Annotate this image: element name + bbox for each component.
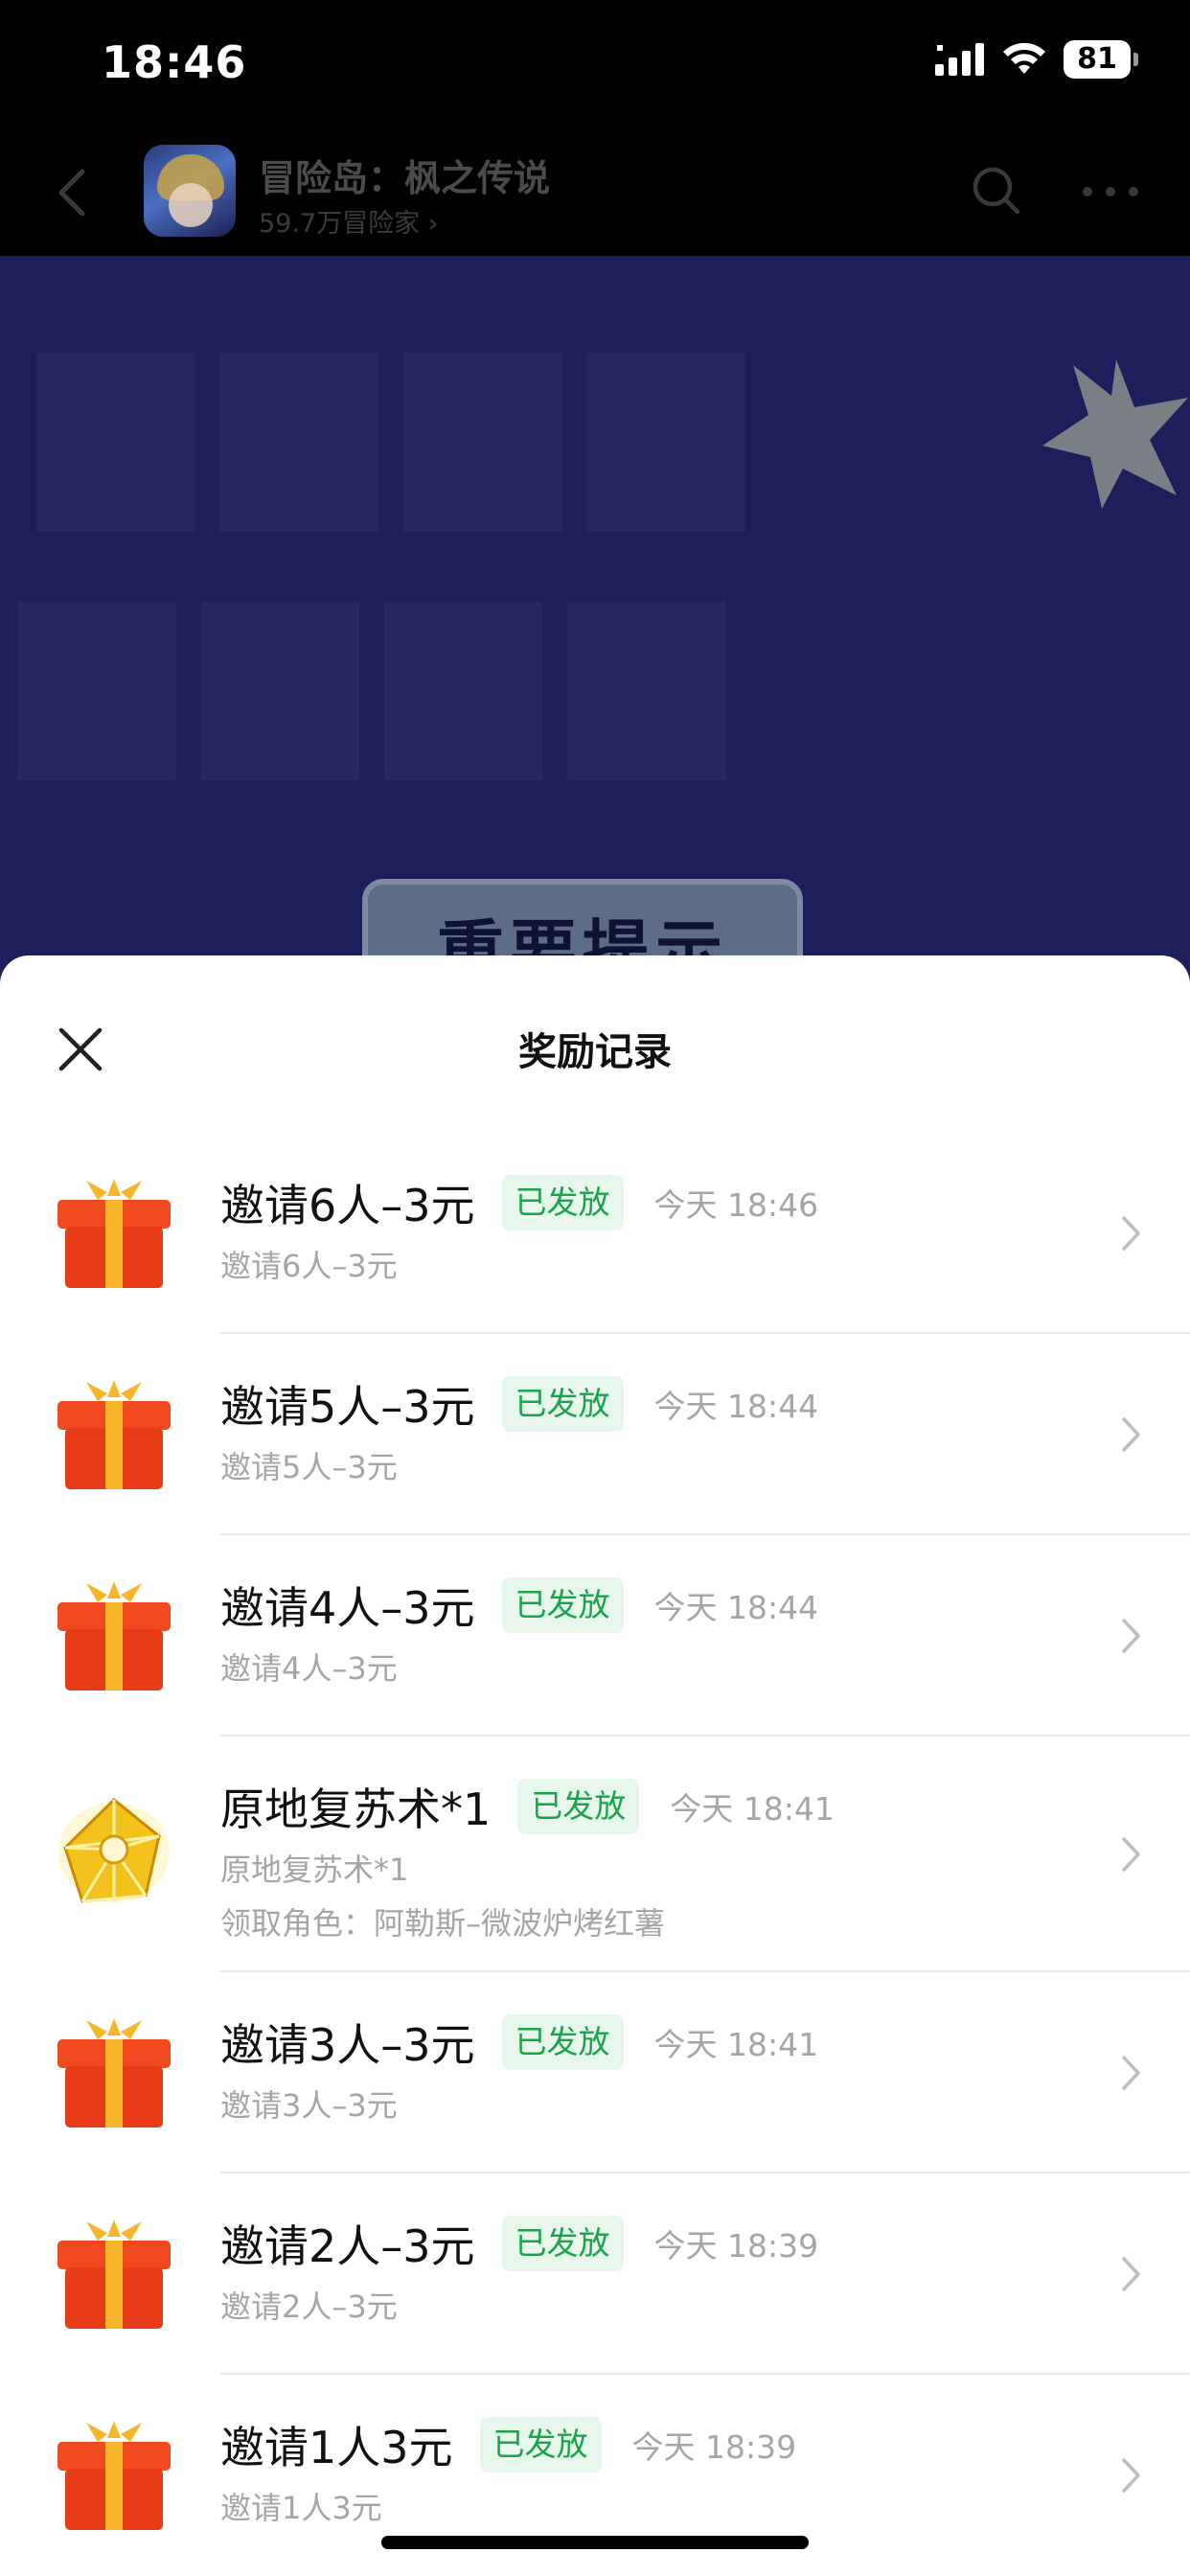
status-badge: 已发放 (517, 1779, 640, 1834)
record-subtitle: 原地复苏术*1 (220, 1852, 409, 1888)
back-arrow-icon[interactable] (44, 164, 102, 221)
banner-pattern: ▆▆▆▆ (19, 543, 753, 778)
record-content: 邀请4人–3元 已发放 今天 18:44 邀请4人–3元 (220, 1574, 1113, 1689)
record-time: 今天 18:44 (653, 1388, 819, 1425)
record-subtitle: 邀请6人–3元 (220, 1248, 398, 1284)
status-badge: 已发放 (501, 1175, 624, 1230)
reward-record-row[interactable]: 邀请6人–3元 已发放 今天 18:46 邀请6人–3元 (0, 1133, 1190, 1334)
record-subtitle: 邀请4人–3元 (220, 1650, 398, 1687)
golden-item-icon (58, 1797, 170, 1903)
search-icon[interactable] (968, 162, 1025, 219)
chevron-right-icon (1122, 2056, 1140, 2090)
status-badge: 已发放 (501, 2014, 624, 2070)
record-time: 今天 18:41 (670, 1790, 835, 1828)
record-title: 邀请6人–3元 (220, 1180, 475, 1231)
gift-box-icon (57, 2018, 171, 2128)
record-time: 今天 18:41 (653, 2026, 819, 2063)
record-subtitle: 邀请5人–3元 (220, 1449, 398, 1485)
record-title: 邀请5人–3元 (220, 1381, 475, 1433)
reward-record-row[interactable]: 邀请4人–3元 已发放 今天 18:44 邀请4人–3元 (0, 1535, 1190, 1736)
nav-bar: 冒险岛：枫之传说 59.7万冒险家 › (0, 129, 1190, 256)
record-title: 邀请1人3元 (220, 2422, 453, 2473)
status-badge: 已发放 (501, 1376, 624, 1432)
maple-leaf-icon (1042, 359, 1188, 509)
app-title[interactable]: 冒险岛：枫之传说 (259, 149, 550, 201)
record-title: 邀请2人–3元 (220, 2220, 475, 2272)
reward-record-row[interactable]: 邀请3人–3元 已发放 今天 18:41 邀请3人–3元 (0, 1972, 1190, 2174)
gift-box-icon (57, 1380, 171, 1489)
record-title: 原地复苏术*1 (220, 1783, 492, 1835)
chevron-right-icon (1122, 1619, 1140, 1653)
banner-pattern: ▆▆▆▆ (38, 294, 772, 529)
gift-box-icon (57, 1581, 171, 1690)
chevron-right-icon (1122, 1216, 1140, 1251)
gift-box-icon (57, 2220, 171, 2329)
chevron-right-icon (1122, 1417, 1140, 1452)
reward-record-row[interactable]: 邀请5人–3元 已发放 今天 18:44 邀请5人–3元 (0, 1334, 1190, 1535)
record-subtitle: 邀请1人3元 (220, 2490, 382, 2526)
record-time: 今天 18:39 (631, 2428, 797, 2466)
status-bar: 18:46 81 (0, 0, 1190, 129)
record-content: 邀请2人–3元 已发放 今天 18:39 邀请2人–3元 (220, 2212, 1113, 2327)
avatar-face (169, 183, 213, 227)
record-content: 邀请3人–3元 已发放 今天 18:41 邀请3人–3元 (220, 2011, 1113, 2126)
banner-image: ▆▆▆▆ ▆▆▆▆ 重要提示 (0, 256, 1190, 984)
gift-box-icon (57, 1179, 171, 1288)
status-time: 18:46 (102, 36, 247, 88)
record-content: 原地复苏术*1 已发放 今天 18:41 原地复苏术*1 领取角色：阿勒斯–微波… (220, 1775, 1113, 1944)
record-role-info: 领取角色：阿勒斯–微波炉烤红薯 (220, 1905, 666, 1942)
chevron-right-icon (1122, 1837, 1140, 1872)
app-subtitle[interactable]: 59.7万冒险家 › (259, 202, 439, 240)
status-icons: 81 (935, 40, 1138, 79)
record-time: 今天 18:46 (653, 1186, 819, 1224)
record-content: 邀请6人–3元 已发放 今天 18:46 邀请6人–3元 (220, 1171, 1113, 1286)
battery-indicator: 81 (1064, 40, 1138, 79)
more-options-icon[interactable] (1079, 177, 1142, 206)
cellular-signal-icon (935, 43, 984, 76)
status-badge: 已发放 (479, 2417, 602, 2472)
reward-records-sheet: 奖励记录 邀请6人–3元 已发放 今天 18:46 邀请6人–3元 邀请5人–3… (0, 955, 1190, 2576)
wifi-icon (1003, 43, 1045, 74)
status-badge: 已发放 (501, 2216, 624, 2271)
record-content: 邀请5人–3元 已发放 今天 18:44 邀请5人–3元 (220, 1372, 1113, 1487)
record-time: 今天 18:39 (653, 2227, 819, 2265)
record-content: 邀请1人3元 已发放 今天 18:39 邀请1人3元 (220, 2413, 1113, 2528)
record-title: 邀请4人–3元 (220, 1582, 475, 1634)
reward-list: 邀请6人–3元 已发放 今天 18:46 邀请6人–3元 邀请5人–3元 已发放… (0, 1133, 1190, 2576)
record-subtitle: 邀请3人–3元 (220, 2087, 398, 2124)
record-time: 今天 18:44 (653, 1589, 819, 1626)
reward-record-row[interactable]: 邀请2人–3元 已发放 今天 18:39 邀请2人–3元 (0, 2174, 1190, 2375)
reward-record-row[interactable]: 原地复苏术*1 已发放 今天 18:41 原地复苏术*1 领取角色：阿勒斯–微波… (0, 1736, 1190, 1972)
chevron-right-icon (1122, 2458, 1140, 2493)
record-title: 邀请3人–3元 (220, 2019, 475, 2071)
status-badge: 已发放 (501, 1577, 624, 1633)
gift-box-icon (57, 2421, 171, 2530)
sheet-title: 奖励记录 (518, 1030, 672, 1074)
chevron-right-icon (1122, 2257, 1140, 2291)
record-subtitle: 邀请2人–3元 (220, 2288, 398, 2325)
home-indicator[interactable] (381, 2536, 809, 2549)
app-avatar[interactable] (144, 145, 236, 237)
